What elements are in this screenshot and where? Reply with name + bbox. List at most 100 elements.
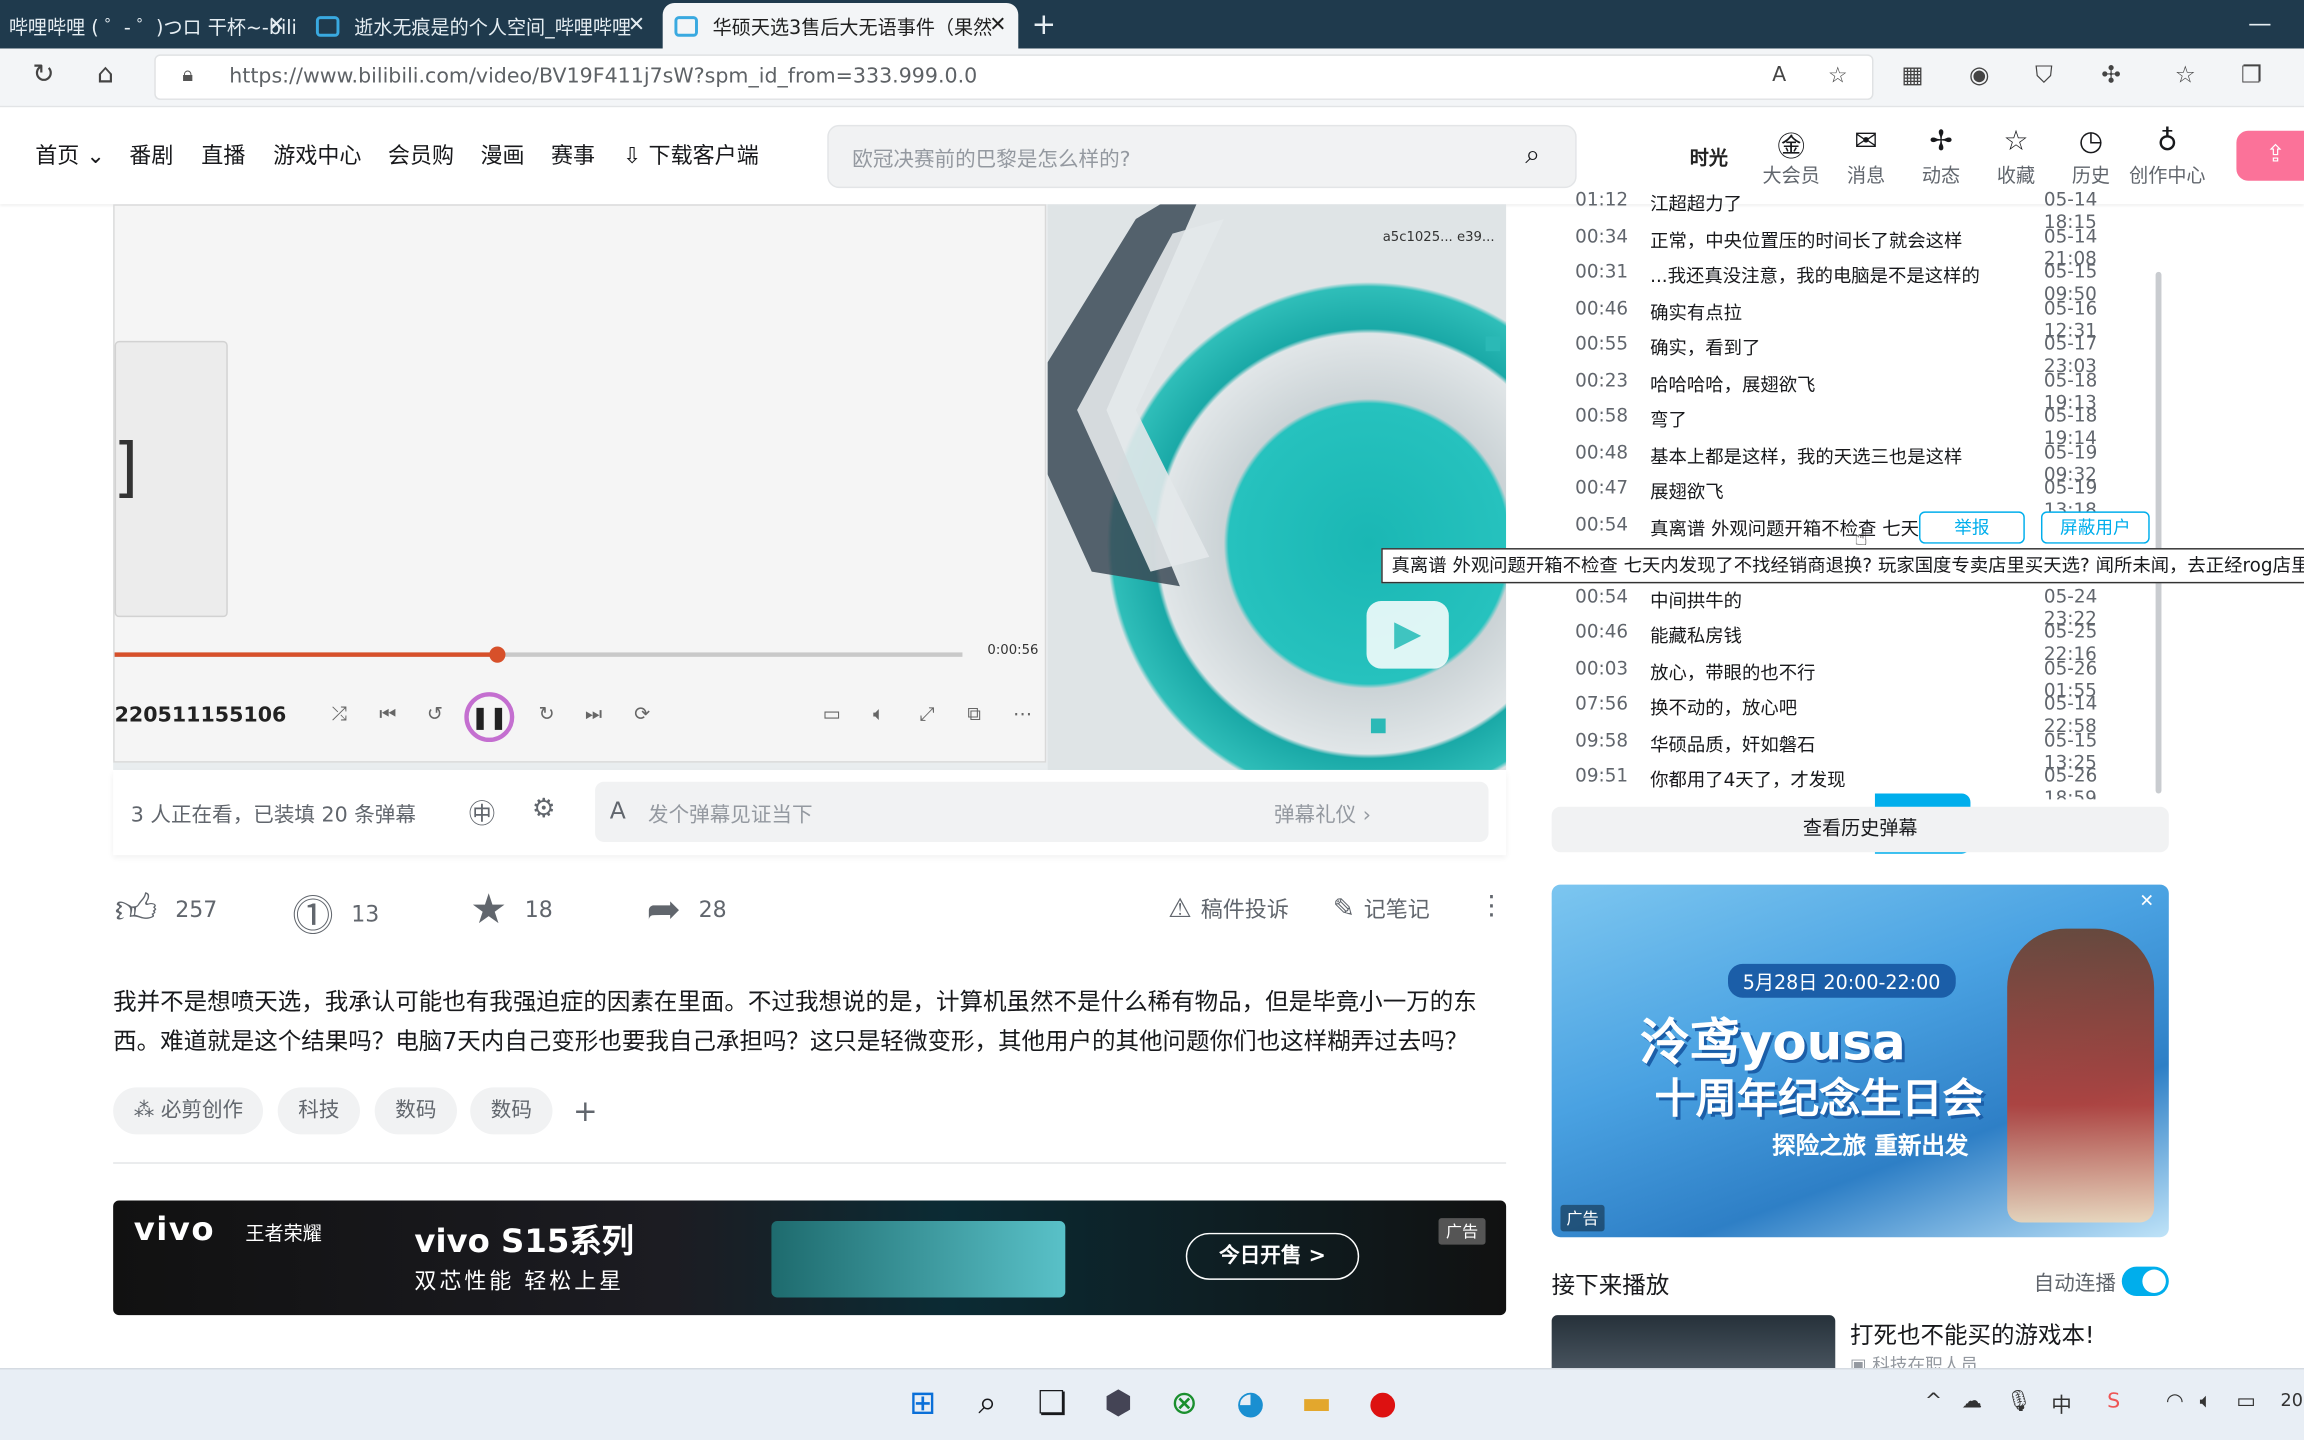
danmaku-row[interactable]: 00:54 中间拱牛的 05-24 23:22 [1552,584,2154,628]
upload-button[interactable]: ⇪ [2236,130,2304,181]
nav-manga[interactable]: 漫画 [480,140,524,171]
app-tray-icon[interactable]: S [2107,1390,2120,1414]
read-aloud-icon[interactable]: A [1772,63,1786,87]
taskview-icon[interactable]: ❏ [1030,1383,1074,1427]
next-video-title[interactable]: 打死也不能买的游戏本! [1850,1315,2095,1350]
search-bar[interactable]: 欧冠决赛前的巴黎是怎么样的? ⌕ [827,124,1577,189]
new-tab-button[interactable]: + [1032,6,1057,41]
danmaku-input[interactable]: A 发个弹幕见证当下 弹幕礼仪 › 发送 [595,781,1971,854]
danmaku-row[interactable]: 00:46 能藏私房钱 05-25 22:16 [1552,620,2154,664]
input-method-icon[interactable]: 中 [2051,1390,2072,1419]
progress-knob[interactable] [488,646,505,663]
previous-icon[interactable]: ⏮ [373,704,402,726]
subtitles-icon[interactable]: ▭ [817,704,846,726]
report-button[interactable]: ⚠ 稿件投诉 [1168,893,1289,924]
shield-icon[interactable]: ⛉ [2035,60,2053,89]
avatar[interactable]: 时光 [1690,143,1728,170]
favorite-button[interactable]: ★ 18 [470,885,553,933]
ad-banner[interactable]: vivo 王者荣耀 vivo S15系列 双芯性能 轻松上星 今日开售 > 广告 [113,1200,1507,1316]
app-icon[interactable]: ⬢ [1096,1383,1140,1427]
next-icon[interactable]: ⏭ [579,704,608,726]
record-icon[interactable]: ● [1361,1383,1405,1427]
tray-chevron-icon[interactable]: ^ [1925,1390,1942,1414]
danmaku-row[interactable]: 00:31 ...我还真没注意，我的电脑是不是这样的 05-15 09:50 [1552,260,2154,304]
extension-icon[interactable]: ◉ [1969,60,1990,88]
danmaku-etiquette-link[interactable]: 弹幕礼仪 › [1274,799,1371,828]
pause-button[interactable]: ❚❚ [464,692,515,743]
close-icon[interactable]: ✕ [628,13,645,37]
nav-anime[interactable]: 番剧 [129,140,173,171]
danmaku-row[interactable]: 00:47 展翅欲飞 05-19 13:18 [1552,476,2154,520]
microphone-icon[interactable]: 🎙︎ [2006,1390,2032,1414]
danmaku-row[interactable]: 00:03 放心，带眼的也不行 05-26 01:55 [1552,656,2154,700]
header-dynamics[interactable]: ✢ 动态 [1907,125,1975,188]
add-tag-icon[interactable]: + [573,1093,598,1128]
font-style-icon[interactable]: A [610,796,626,824]
nav-esports[interactable]: 赛事 [551,140,595,171]
ad-cta-button[interactable]: 今日开售 > [1185,1232,1360,1280]
autoplay-toggle[interactable] [2121,1266,2169,1297]
mini-player-icon[interactable]: ⧉ [960,704,989,726]
windows-icon[interactable]: ⊞ [901,1383,945,1427]
nav-live[interactable]: 直播 [201,140,245,171]
tag-digital-2[interactable]: 数码 [470,1087,553,1135]
browser-tab-1[interactable]: 哔哩哔哩 ( ゜- ゜)つロ 干杯~-bili ✕ [0,3,297,49]
favorite-star-icon[interactable]: ☆ [1828,62,1848,88]
share-button[interactable]: ➦ 28 [647,885,727,933]
clock[interactable]: 20 [2280,1390,2302,1411]
like-button[interactable]: 👍︎ 257 [115,885,218,935]
battery-icon[interactable]: ▭ [2236,1390,2255,1414]
danmaku-row[interactable]: 00:34 正常，中央位置压的时间长了就会这样 05-14 21:08 [1552,224,2154,268]
wifi-icon[interactable]: ◠ [2166,1390,2184,1414]
puzzle-icon[interactable]: ✣ [2101,60,2121,88]
more-icon[interactable]: ⋯ [1008,704,1037,726]
danmaku-row[interactable]: 00:23 哈哈哈哈，展翅欲飞 05-18 19:13 [1552,368,2154,412]
xbox-icon[interactable]: ⊗ [1162,1383,1206,1427]
danmaku-row[interactable]: 00:55 确实，看到了 05-17 23:03 [1552,332,2154,376]
danmaku-row[interactable]: 09:51 你都用了4天了，才发现 05-26 18:59 [1552,764,2154,799]
video-player[interactable]: a5c1025... e39... ▶ ] 0:00:56 2205111551… [113,204,1507,770]
volume-icon[interactable]: 🔈︎ [864,704,893,726]
tag-digital[interactable]: 数码 [374,1087,457,1135]
danmaku-row[interactable]: 00:58 弯了 05-18 19:14 [1552,404,2154,448]
side-ad[interactable]: 5月28日 20:00-22:00 泠鸢yousa 十周年纪念生日会 探险之旅 … [1551,884,2169,1238]
search-icon[interactable]: ⌕ [965,1383,1009,1427]
nav-mall[interactable]: 会员购 [388,140,454,171]
danmaku-row[interactable]: 07:56 换不动的，放心吧 05-14 22:58 [1552,692,2154,736]
browser-tab-3-active[interactable]: 华硕天选3售后大无语事件（果然 ✕ [662,2,1019,49]
refresh-icon[interactable]: ↻ [32,59,54,90]
header-history[interactable]: ◷ 历史 [2057,125,2125,188]
repeat-icon[interactable]: ⟳ [627,704,656,726]
header-vip[interactable]: ㊎大会员 [1757,125,1825,188]
notes-button[interactable]: ✎ 记笔记 [1333,893,1430,924]
danmaku-block-user-button[interactable]: 屏蔽用户 [2040,511,2150,544]
tag-tech[interactable]: 科技 [277,1087,361,1135]
favorites-icon[interactable]: ☆ [2175,60,2196,88]
nav-home[interactable]: 首页 ⌄ [35,140,105,171]
folder-icon[interactable]: ▬ [1295,1383,1339,1427]
danmaku-settings-icon[interactable]: ⚙ [532,793,556,824]
close-icon[interactable]: ✕ [268,13,285,37]
close-icon[interactable]: ✕ [2139,890,2154,911]
close-icon[interactable]: ✕ [989,13,1006,37]
volume-icon[interactable]: 🔈︎ [2200,1390,2212,1414]
browser-tab-2[interactable]: 逝水无痕是的个人空间_哔哩哔哩 ✕ [304,3,657,49]
coin-button[interactable]: ⓵ 13 [292,885,379,944]
home-icon[interactable]: ⌂ [97,59,114,90]
tag-bijian[interactable]: ⁂ 必剪创作 [113,1087,264,1135]
rewind-10-icon[interactable]: ↺ [420,704,449,726]
forward-30-icon[interactable]: ↻ [532,704,561,726]
danmaku-row[interactable]: 01:12 江超超力了 05-14 18:15 [1552,191,2154,232]
header-creator-center[interactable]: ♁ 创作中心 [2125,125,2210,188]
header-messages[interactable]: ✉ 消息 [1832,125,1900,188]
nav-game-center[interactable]: 游戏中心 [273,140,361,171]
danmaku-list-scrollbar[interactable] [2155,271,2162,794]
search-icon[interactable]: ⌕ [1525,140,1540,171]
minimize-icon[interactable]: — [2248,9,2272,37]
view-history-danmaku-button[interactable]: 查看历史弹幕 [1551,806,2169,853]
danmaku-toggle-icon[interactable]: ㊥ [469,793,495,831]
url-field[interactable]: 🔒︎ https://www.bilibili.com/video/BV19F4… [154,54,1874,100]
danmaku-row[interactable]: 00:48 基本上都是这样，我的天选三也是这样 05-19 09:32 [1552,440,2154,484]
translate-extension-icon[interactable]: ▦ [1901,60,1923,88]
edge-icon[interactable]: ◕ [1228,1383,1272,1427]
